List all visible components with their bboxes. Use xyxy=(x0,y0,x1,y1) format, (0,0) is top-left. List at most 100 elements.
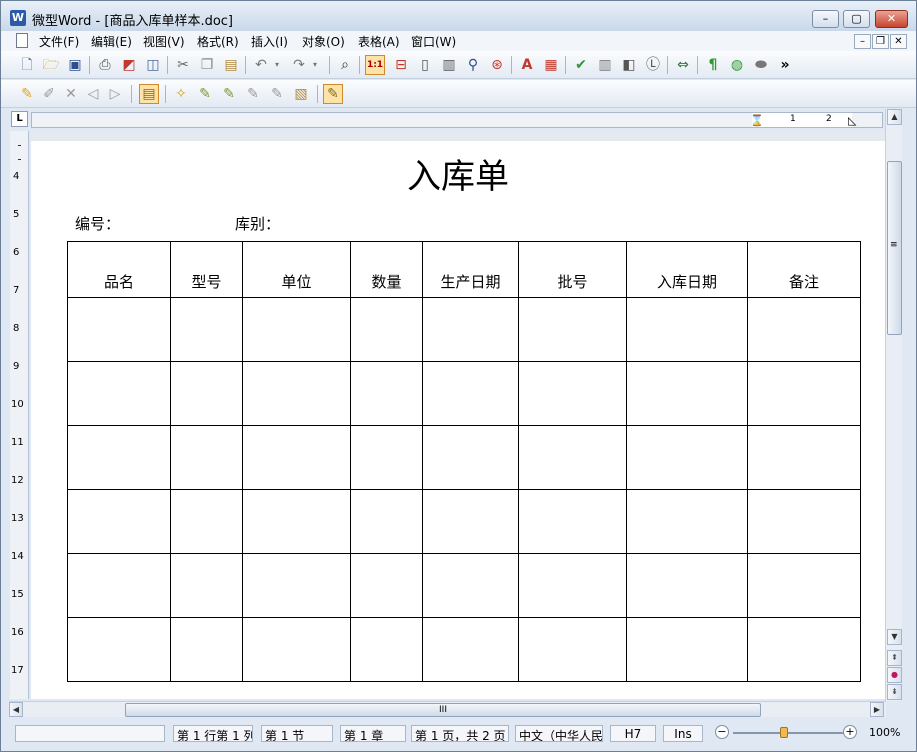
vertical-ruler[interactable]: 4 5 6 7 8 9 10 11 12 13 14 15 16 17 xyxy=(10,131,29,699)
paragraph-icon[interactable]: ▦ xyxy=(541,55,561,75)
minimize-button[interactable]: – xyxy=(812,10,839,28)
print-preview-icon[interactable]: ◫ xyxy=(143,55,163,75)
two-pages-icon[interactable]: ▥ xyxy=(439,55,459,75)
table-cell[interactable] xyxy=(626,617,748,682)
reject-change-icon[interactable]: ✎ xyxy=(195,84,215,104)
table-cell[interactable] xyxy=(242,297,351,362)
one-page-icon[interactable]: ▯ xyxy=(415,55,435,75)
document-icon[interactable] xyxy=(16,33,28,48)
accept-all-icon[interactable]: ✎ xyxy=(219,84,239,104)
table-cell[interactable] xyxy=(350,617,423,682)
table-cell[interactable] xyxy=(170,617,243,682)
table-cell[interactable] xyxy=(747,361,861,426)
table-cell[interactable] xyxy=(67,425,171,490)
zoom-slider-track[interactable] xyxy=(733,732,843,734)
menu-format[interactable]: 格式(R) xyxy=(195,33,241,50)
table-cell[interactable] xyxy=(242,489,351,554)
table-cell[interactable] xyxy=(67,617,171,682)
table-cell[interactable] xyxy=(350,361,423,426)
table-cell[interactable] xyxy=(518,553,627,618)
page-width-icon[interactable]: ⊟ xyxy=(391,55,411,75)
table-cell[interactable] xyxy=(747,553,861,618)
zoom-icon[interactable]: ⚲ xyxy=(463,55,483,75)
table-cell[interactable] xyxy=(170,297,243,362)
inventory-table[interactable]: 品名 型号 单位 数量 生产日期 批号 入库日期 备注 xyxy=(67,241,861,682)
header-storage-date[interactable]: 入库日期 xyxy=(626,241,748,298)
table-cell[interactable] xyxy=(242,361,351,426)
header-remarks[interactable]: 备注 xyxy=(747,241,861,298)
scroll-left-button[interactable]: ◀ xyxy=(9,702,23,717)
menu-table[interactable]: 表格(A) xyxy=(356,33,402,50)
menu-object[interactable]: 对象(O) xyxy=(300,33,347,50)
header-model[interactable]: 型号 xyxy=(170,241,243,298)
horizontal-ruler[interactable]: ⌛ 1 2 ◺ xyxy=(31,112,883,128)
table-cell[interactable] xyxy=(242,553,351,618)
browse-object-button[interactable]: ● xyxy=(887,667,902,683)
table-cell[interactable] xyxy=(170,425,243,490)
table-cell[interactable] xyxy=(350,297,423,362)
table-cell[interactable] xyxy=(422,489,519,554)
maximize-button[interactable]: ▢ xyxy=(843,10,870,28)
new-document-icon[interactable]: 🗋 xyxy=(17,55,37,75)
table-cell[interactable] xyxy=(422,361,519,426)
previous-comment-icon[interactable]: ◁ xyxy=(83,84,103,104)
word-app-icon[interactable]: W xyxy=(10,10,26,26)
status-language[interactable]: 中文（中华人民 xyxy=(515,725,603,742)
print-icon[interactable]: ⎙ xyxy=(95,55,115,75)
document-page[interactable]: 入库单 编号： 库别： 品名 型号 单位 数量 生产日期 批号 入库日期 备注 xyxy=(31,141,885,699)
table-cell[interactable] xyxy=(422,425,519,490)
compare-icon[interactable]: ✎ xyxy=(267,84,287,104)
tab-selector[interactable]: L xyxy=(11,111,28,127)
scroll-right-button[interactable]: ▶ xyxy=(870,702,884,717)
redo-dropdown-icon[interactable]: ▾ xyxy=(305,55,325,75)
open-folder-icon[interactable]: 🗁 xyxy=(41,55,61,75)
doc-close-button[interactable]: ✕ xyxy=(890,34,907,49)
status-insert-mode[interactable]: Ins xyxy=(663,725,703,742)
doc-restore-button[interactable]: ❐ xyxy=(872,34,889,49)
table-cell[interactable] xyxy=(626,489,748,554)
horizontal-scrollbar[interactable]: ◀ III ▶ xyxy=(9,701,886,717)
table-cell[interactable] xyxy=(170,553,243,618)
zoom-out-button[interactable]: − xyxy=(715,725,729,739)
table-cell[interactable] xyxy=(350,489,423,554)
vertical-scrollbar[interactable]: ▲ ≡ ▼ ⇞ ● ⇟ xyxy=(885,109,902,701)
eraser-icon[interactable]: ⬬ xyxy=(751,55,771,75)
table-cell[interactable] xyxy=(242,617,351,682)
menu-window[interactable]: 窗口(W) xyxy=(409,33,458,50)
first-line-indent-marker[interactable]: ⌛ xyxy=(750,114,764,127)
scroll-up-button[interactable]: ▲ xyxy=(887,109,902,125)
delete-comment-icon[interactable]: ✕ xyxy=(61,84,81,104)
header-product-name[interactable]: 品名 xyxy=(67,241,171,298)
zoom-settings-icon[interactable]: ⊛ xyxy=(487,55,507,75)
track-changes-icon[interactable]: ✎ xyxy=(323,84,343,104)
save-icon[interactable]: ▣ xyxy=(65,55,85,75)
hyphen-icon[interactable]: ◍ xyxy=(727,55,747,75)
doc-minimize-button[interactable]: – xyxy=(854,34,871,49)
vertical-scroll-thumb[interactable]: ≡ xyxy=(887,161,902,335)
document-area[interactable]: 入库单 编号： 库别： 品名 型号 单位 数量 生产日期 批号 入库日期 备注 xyxy=(31,131,885,699)
undo-dropdown-icon[interactable]: ▾ xyxy=(267,55,287,75)
table-cell[interactable] xyxy=(242,425,351,490)
find-icon[interactable]: ⌕ xyxy=(335,55,355,75)
line-icon[interactable]: Ⓛ xyxy=(643,55,663,75)
word-count-icon[interactable]: ▥ xyxy=(595,55,615,75)
horizontal-scroll-thumb[interactable]: III xyxy=(125,703,761,717)
accept-change-icon[interactable]: ✧ xyxy=(171,84,191,104)
table-cell[interactable] xyxy=(518,489,627,554)
table-cell[interactable] xyxy=(67,361,171,426)
header-quantity[interactable]: 数量 xyxy=(350,241,423,298)
spell-check-icon[interactable]: ✔ xyxy=(571,55,591,75)
copy-icon[interactable]: ❐ xyxy=(197,55,217,75)
table-cell[interactable] xyxy=(518,617,627,682)
edit-comment-icon[interactable]: ✐ xyxy=(39,84,59,104)
font-color-icon[interactable]: A xyxy=(517,55,537,75)
table-cell[interactable] xyxy=(67,553,171,618)
zoom-in-button[interactable]: + xyxy=(843,725,857,739)
show-marks-icon[interactable]: ¶ xyxy=(703,55,723,75)
table-cell[interactable] xyxy=(350,553,423,618)
reject-all-icon[interactable]: ✎ xyxy=(243,84,263,104)
cut-icon[interactable]: ✂ xyxy=(173,55,193,75)
toolbar-overflow-icon[interactable]: » xyxy=(775,55,795,75)
close-button[interactable]: ✕ xyxy=(875,10,908,28)
table-cell[interactable] xyxy=(170,361,243,426)
